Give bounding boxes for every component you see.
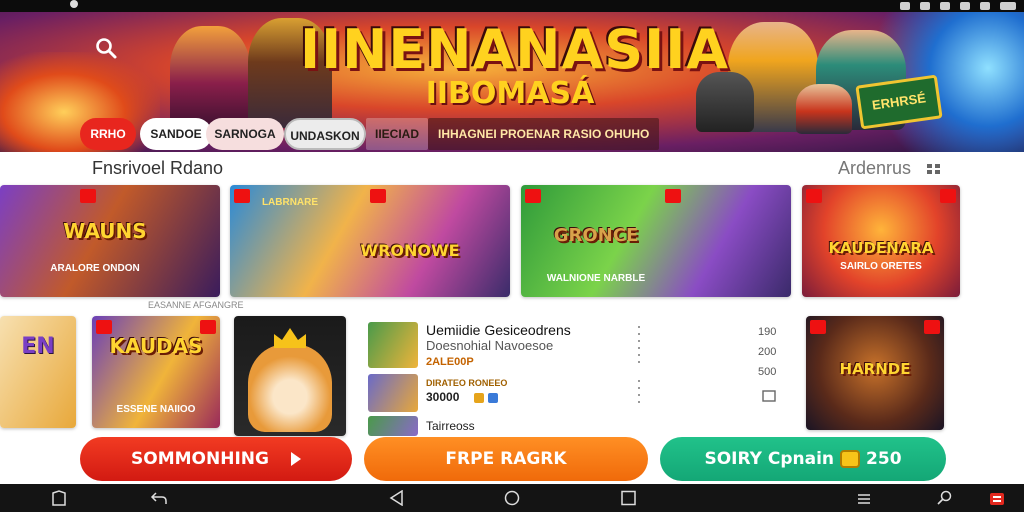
game-card-title: KAUDAS bbox=[109, 334, 203, 358]
start-button-label: SOMMONHING bbox=[131, 449, 269, 469]
game-card-title: KAUDENARA bbox=[828, 239, 934, 257]
list-title[interactable]: Uemiidie Gesiceodrens bbox=[426, 322, 571, 338]
hot-badge bbox=[370, 189, 386, 203]
more-icon[interactable] bbox=[638, 380, 640, 408]
menu-icon[interactable] bbox=[856, 490, 874, 506]
banner-subtitle: IIBOMASÁ bbox=[425, 76, 595, 111]
hot-badge bbox=[940, 189, 956, 203]
hot-badge bbox=[665, 189, 681, 203]
tab-category-2[interactable]: SANDOE bbox=[140, 118, 212, 150]
game-card-subtitle: ESSENE NAIIOO bbox=[116, 404, 196, 415]
hot-badge bbox=[200, 320, 216, 334]
hot-badge bbox=[80, 189, 96, 203]
tab-category-6[interactable]: IHHAGNEI PROENAR RASIO OHUHO bbox=[428, 118, 660, 150]
tab-category-1[interactable]: RRHO bbox=[80, 118, 136, 150]
list-thumbnail[interactable] bbox=[368, 322, 418, 368]
stat-value: 190 bbox=[758, 326, 777, 338]
list-thumbnail[interactable] bbox=[368, 416, 418, 436]
game-card-title: WAUNS bbox=[63, 219, 147, 243]
sound-icon bbox=[980, 2, 990, 10]
stat-value: 500 bbox=[758, 366, 777, 378]
tab-category-4[interactable]: UNDASKON bbox=[284, 118, 366, 150]
system-nav-bar bbox=[0, 484, 1024, 512]
home-icon[interactable] bbox=[503, 490, 521, 506]
list-amount: 30000 bbox=[426, 390, 460, 404]
home-shape-icon[interactable] bbox=[50, 490, 68, 506]
recents-icon[interactable] bbox=[620, 490, 638, 506]
list-footer: Tairreoss bbox=[426, 419, 475, 433]
notification-icon bbox=[70, 0, 78, 8]
tab-category-5[interactable]: IIECIAD bbox=[366, 118, 428, 150]
undo-icon[interactable] bbox=[150, 490, 168, 506]
search-nav-icon[interactable] bbox=[936, 490, 954, 506]
list-price: 2ALE00P bbox=[426, 356, 474, 368]
mascot-image bbox=[248, 344, 332, 432]
free-play-button[interactable]: FRPE RAGRK bbox=[364, 437, 648, 481]
list-meta: DIRATEO RONEEO bbox=[426, 378, 508, 388]
game-card[interactable]: KAUDAS ESSENE NAIIOO bbox=[92, 316, 220, 428]
game-card-subtitle: LABRNARE bbox=[261, 197, 319, 208]
signal-icon bbox=[920, 2, 930, 10]
coin-icon bbox=[840, 450, 861, 468]
list-thumbnail[interactable] bbox=[368, 374, 418, 412]
hot-badge bbox=[810, 320, 826, 334]
search-icon[interactable] bbox=[94, 36, 118, 60]
more-icon[interactable] bbox=[638, 326, 640, 368]
game-card-title: EN bbox=[21, 334, 55, 359]
game-card[interactable]: KAUDENARA SAIRLO ORETES bbox=[802, 185, 960, 297]
list-subtitle: Doesnohial Navoesoe bbox=[426, 338, 554, 353]
game-card[interactable]: GRONCE WALNIONE NARBLE bbox=[521, 185, 791, 297]
bookmark-icon[interactable] bbox=[762, 390, 776, 402]
promo-caption: EASANNE AFGANGRE bbox=[148, 300, 244, 310]
game-card[interactable]: HARNDE bbox=[806, 316, 944, 430]
game-card-title: WRONOWE bbox=[360, 241, 460, 260]
banner-title: IINENANASIIA bbox=[300, 18, 730, 81]
see-all-link[interactable]: Ardenrus bbox=[838, 158, 911, 179]
free-play-label: FRPE RAGRK bbox=[445, 449, 567, 469]
grid-icon[interactable] bbox=[926, 162, 942, 176]
character-mage bbox=[170, 26, 250, 130]
coin-claim-button[interactable]: SOIRY Cpnain 250 bbox=[660, 437, 946, 481]
mascot-card[interactable] bbox=[234, 316, 346, 436]
game-card[interactable]: WAUNS ARALORE ONDON bbox=[0, 185, 220, 297]
bluetooth-icon bbox=[960, 2, 970, 10]
location-icon bbox=[940, 2, 950, 10]
game-card-subtitle: ARALORE ONDON bbox=[50, 263, 140, 274]
coin-icon bbox=[474, 393, 484, 403]
category-tabs: RRHO SANDOE SARNOGA UNDASKON IIECIAD IHH… bbox=[80, 118, 660, 150]
game-card-subtitle: SAIRLO ORETES bbox=[840, 261, 922, 272]
crown-icon bbox=[274, 328, 306, 348]
start-button[interactable]: SOMMONHING bbox=[80, 437, 352, 481]
game-card-title: HARNDE bbox=[839, 360, 911, 378]
game-card[interactable]: EN bbox=[0, 316, 76, 428]
status-icons bbox=[900, 0, 1016, 12]
wifi-icon bbox=[900, 2, 910, 10]
hot-badge bbox=[96, 320, 112, 334]
gift-icon bbox=[488, 393, 498, 403]
gift-box-icon[interactable] bbox=[988, 490, 1006, 506]
hot-badge bbox=[806, 189, 822, 203]
back-icon[interactable] bbox=[388, 489, 406, 507]
game-card-subtitle: WALNIONE NARBLE bbox=[546, 273, 646, 284]
character-dog bbox=[696, 72, 754, 132]
coin-claim-label: SOIRY Cpnain bbox=[704, 449, 835, 469]
stat-value: 200 bbox=[758, 346, 777, 358]
game-card-title: GRONCE bbox=[553, 225, 639, 246]
character-kid bbox=[796, 84, 852, 134]
status-bar bbox=[0, 0, 1024, 12]
game-card[interactable]: WRONOWE LABRNARE bbox=[230, 185, 510, 297]
tab-category-3[interactable]: SARNOGA bbox=[206, 118, 284, 150]
hot-badge bbox=[924, 320, 940, 334]
battery-icon bbox=[1000, 2, 1016, 10]
section-title: Fnsrivoel Rdano bbox=[92, 158, 224, 178]
coin-amount: 250 bbox=[866, 449, 902, 469]
app-screen: IINENANASIIA IIBOMASÁ ERHRSÉ RRHO SANDOE… bbox=[0, 0, 1024, 512]
play-icon bbox=[290, 452, 301, 466]
hot-badge bbox=[525, 189, 541, 203]
